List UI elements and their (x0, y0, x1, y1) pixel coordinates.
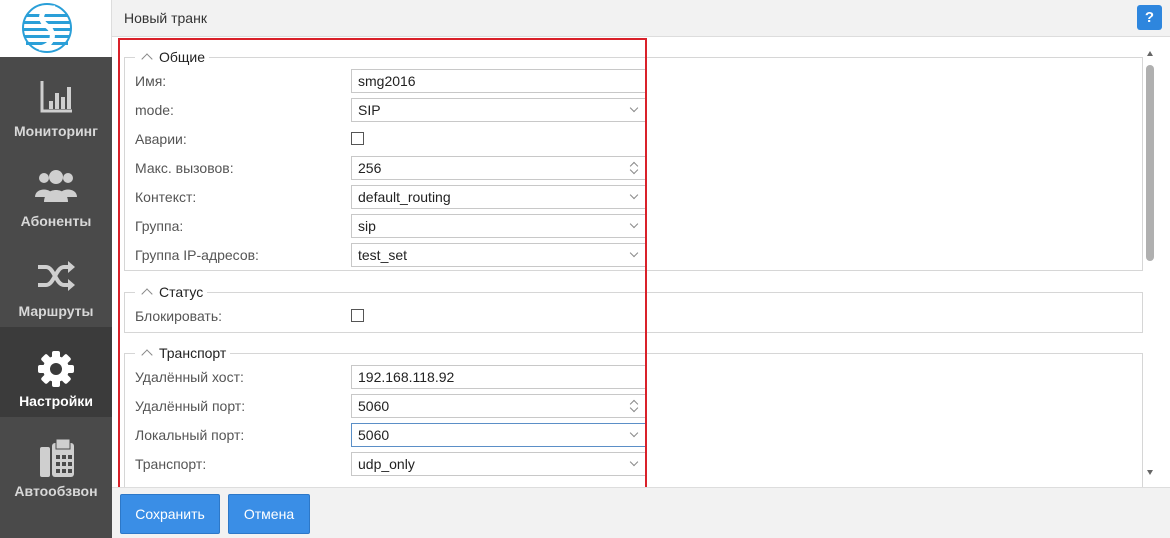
page-title: Новый транк (124, 10, 207, 26)
gear-icon (38, 351, 74, 387)
cancel-button[interactable]: Отмена (228, 494, 310, 534)
sidebar-item-label: Автообзвон (14, 483, 98, 499)
sidebar-item-label: Настройки (19, 393, 93, 409)
logo-icon (22, 3, 72, 53)
vertical-scrollbar[interactable] (1144, 51, 1156, 475)
sidebar-item-label: Маршруты (18, 303, 94, 319)
save-button[interactable]: Сохранить (120, 494, 220, 534)
sidebar: Мониторинг Абоненты Маршруты Настройки А… (0, 0, 112, 538)
scroll-up-icon[interactable] (1147, 51, 1153, 56)
users-icon (35, 170, 77, 202)
sidebar-item-routes[interactable]: Маршруты (0, 237, 112, 327)
sidebar-item-label: Абоненты (20, 213, 92, 229)
sidebar-item-settings[interactable]: Настройки (0, 327, 112, 417)
scrollbar-thumb[interactable] (1146, 65, 1154, 261)
fax-icon (40, 439, 74, 477)
sidebar-item-autodial[interactable]: Автообзвон (0, 417, 112, 507)
sidebar-item-label: Мониторинг (14, 123, 98, 139)
help-button[interactable]: ? (1137, 5, 1162, 30)
bar-chart-icon (40, 81, 72, 113)
shuffle-icon (38, 261, 75, 291)
dialog-footer: Сохранить Отмена (112, 487, 1170, 538)
highlight-frame (118, 38, 647, 492)
sidebar-item-subscribers[interactable]: Абоненты (0, 147, 112, 237)
sidebar-item-monitoring[interactable]: Мониторинг (0, 57, 112, 147)
dialog-header: Новый транк ? (112, 0, 1170, 37)
scroll-down-icon[interactable] (1147, 470, 1153, 475)
logo[interactable] (0, 0, 112, 57)
